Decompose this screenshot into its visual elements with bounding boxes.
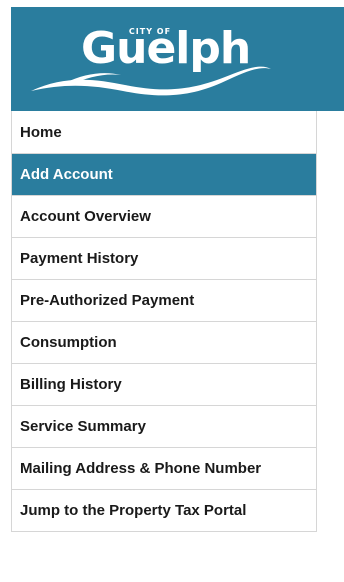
sidebar-item-billing-history[interactable]: Billing History	[12, 364, 316, 406]
sidebar-item-account-overview[interactable]: Account Overview	[12, 196, 316, 238]
top-strip	[0, 0, 344, 7]
sidebar-nav: Home Add Account Account Overview Paymen…	[11, 111, 317, 532]
sidebar-item-label: Billing History	[20, 376, 122, 393]
sidebar-item-label: Consumption	[20, 334, 117, 351]
logo-name-text: Guelph	[81, 23, 251, 74]
sidebar-item-pre-authorized-payment[interactable]: Pre-Authorized Payment	[12, 280, 316, 322]
sidebar-item-label: Jump to the Property Tax Portal	[20, 502, 247, 519]
sidebar-item-property-tax-portal[interactable]: Jump to the Property Tax Portal	[12, 490, 316, 532]
page: CITY OF Guelph Home Add Account Account …	[0, 0, 344, 582]
sidebar-item-payment-history[interactable]: Payment History	[12, 238, 316, 280]
sidebar-item-label: Add Account	[20, 166, 113, 183]
sidebar-item-label: Mailing Address & Phone Number	[20, 460, 262, 477]
sidebar-item-home[interactable]: Home	[12, 111, 316, 154]
sidebar-item-service-summary[interactable]: Service Summary	[12, 406, 316, 448]
sidebar-item-label: Payment History	[20, 250, 139, 267]
header-banner: CITY OF Guelph	[11, 7, 344, 111]
sidebar-item-label: Pre-Authorized Payment	[20, 292, 195, 309]
sidebar-item-label: Home	[20, 123, 62, 141]
sidebar-item-label: Account Overview	[20, 208, 151, 225]
sidebar-item-consumption[interactable]: Consumption	[12, 322, 316, 364]
sidebar-item-add-account[interactable]: Add Account	[12, 154, 316, 196]
sidebar-item-label: Service Summary	[20, 418, 146, 435]
sidebar-item-mailing-address[interactable]: Mailing Address & Phone Number	[12, 448, 316, 490]
city-logo[interactable]: CITY OF Guelph	[25, 13, 275, 105]
